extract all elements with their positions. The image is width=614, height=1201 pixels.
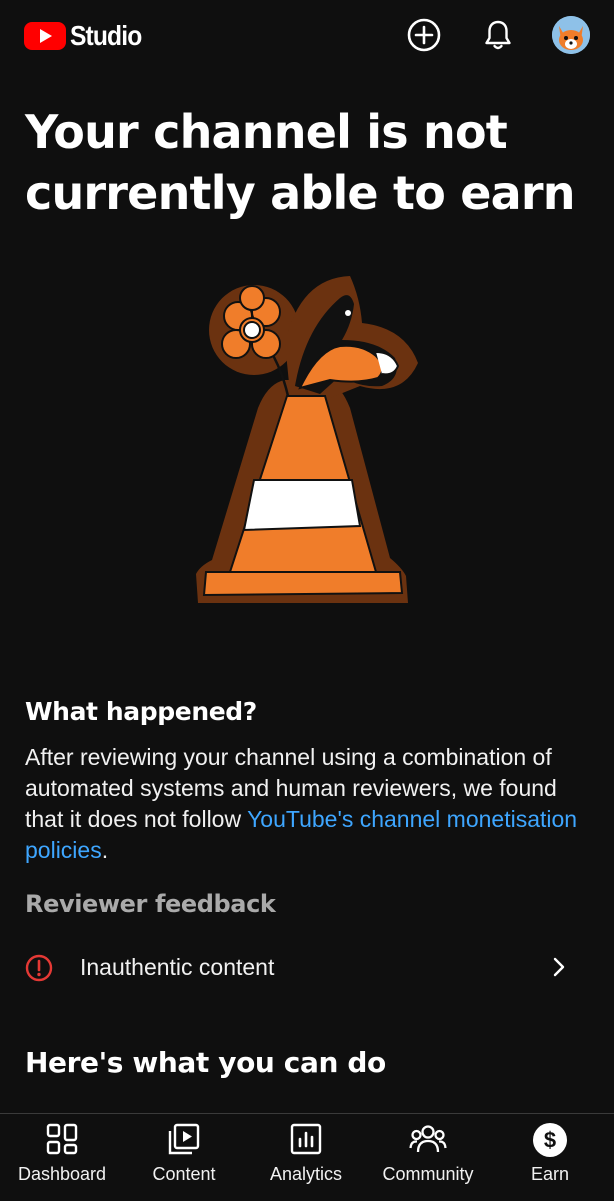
nav-item-analytics[interactable]: Analytics bbox=[258, 1122, 354, 1185]
top-app-bar: Studio bbox=[0, 0, 614, 72]
nav-label-community: Community bbox=[382, 1164, 474, 1184]
account-avatar[interactable] bbox=[552, 16, 590, 54]
feedback-item-label: Inauthentic content bbox=[80, 954, 275, 980]
dashboard-icon bbox=[46, 1123, 78, 1155]
nav-label-analytics: Analytics bbox=[269, 1164, 343, 1184]
fox-avatar-icon bbox=[552, 16, 590, 54]
feedback-item-inauthentic-content[interactable]: Inauthentic content bbox=[0, 940, 614, 1000]
earn-dollar-icon: $ bbox=[533, 1123, 567, 1157]
youtube-logo-icon bbox=[24, 22, 66, 50]
what-you-can-do-heading: Here's what you can do bbox=[25, 1046, 386, 1079]
nav-item-earn[interactable]: $ Earn bbox=[510, 1122, 590, 1185]
community-icon bbox=[409, 1125, 447, 1153]
svg-text:$: $ bbox=[544, 1128, 556, 1153]
app-name: Studio bbox=[70, 20, 142, 51]
analytics-icon bbox=[290, 1123, 322, 1155]
what-happened-body: After reviewing your channel using a com… bbox=[25, 742, 595, 866]
chevron-right-icon bbox=[553, 957, 565, 977]
nav-label-content: Content bbox=[152, 1164, 216, 1184]
create-plus-icon[interactable] bbox=[406, 17, 442, 53]
reviewer-feedback-heading: Reviewer feedback bbox=[25, 890, 276, 918]
nav-item-community[interactable]: Community bbox=[374, 1122, 482, 1185]
nav-label-earn: Earn bbox=[530, 1164, 570, 1184]
youtube-studio-logo[interactable]: Studio bbox=[24, 20, 151, 52]
nav-item-dashboard[interactable]: Dashboard bbox=[8, 1122, 116, 1185]
notifications-bell-icon[interactable] bbox=[480, 17, 516, 53]
nav-item-content[interactable]: Content bbox=[134, 1122, 234, 1185]
traffic-cone-illustration bbox=[196, 276, 418, 603]
alert-circle-icon bbox=[25, 954, 53, 982]
nav-label-dashboard: Dashboard bbox=[17, 1164, 107, 1184]
content-icon bbox=[168, 1123, 200, 1155]
what-happened-heading: What happened? bbox=[25, 697, 257, 726]
bottom-navigation: Dashboard Content Analytics Community $ … bbox=[0, 1113, 614, 1201]
body-suffix: . bbox=[101, 837, 109, 863]
page-title: Your channel is not currently able to ea… bbox=[25, 105, 576, 220]
